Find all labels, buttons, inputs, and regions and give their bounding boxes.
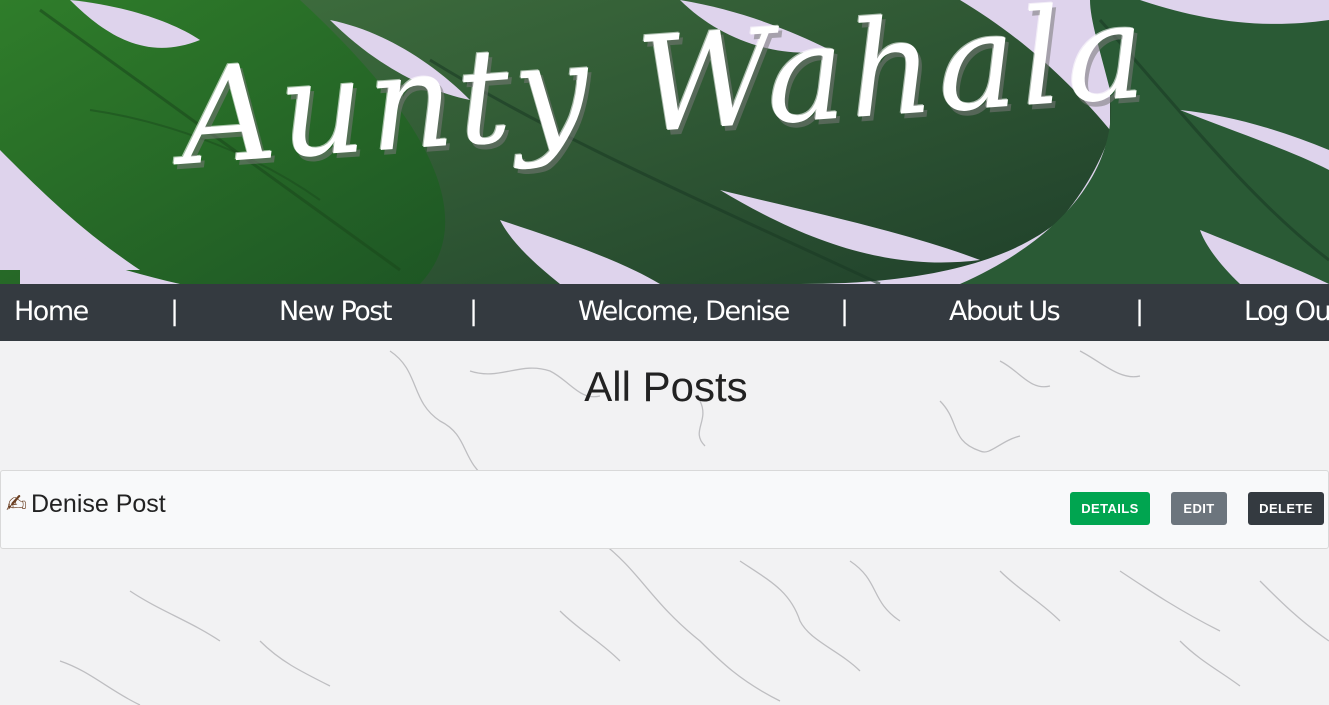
page-title: All Posts (584, 363, 748, 410)
post-card: ✍ Denise Post DETAILS EDIT DELETE (0, 470, 1329, 549)
delete-button[interactable]: DELETE (1248, 492, 1324, 525)
nav-separator: | (840, 296, 849, 327)
nav-separator: | (469, 296, 478, 327)
post-title-text: Denise Post (30, 490, 166, 518)
header-banner: Aunty Wahala (0, 0, 1329, 284)
writing-hand-icon: ✍ (6, 489, 27, 518)
nav-separator: | (1135, 296, 1144, 327)
details-button[interactable]: DETAILS (1070, 492, 1150, 525)
post-title[interactable]: ✍ Denise Post (6, 489, 166, 519)
main-navbar: Home | New Post | Welcome, Denise | Abou… (0, 284, 1329, 341)
nav-separator: | (170, 296, 179, 327)
nav-about-link[interactable]: About Us (949, 296, 1061, 328)
nav-welcome-text: Welcome, Denise (578, 296, 790, 327)
main-content: All Posts ✍ Denise Post DETAILS EDIT DELE… (0, 341, 1329, 705)
edit-button[interactable]: EDIT (1171, 492, 1227, 525)
nav-logout-link[interactable]: Log Out (1244, 296, 1329, 328)
nav-new-post-link[interactable]: New Post (279, 296, 392, 328)
nav-home-link[interactable]: Home (14, 296, 89, 328)
